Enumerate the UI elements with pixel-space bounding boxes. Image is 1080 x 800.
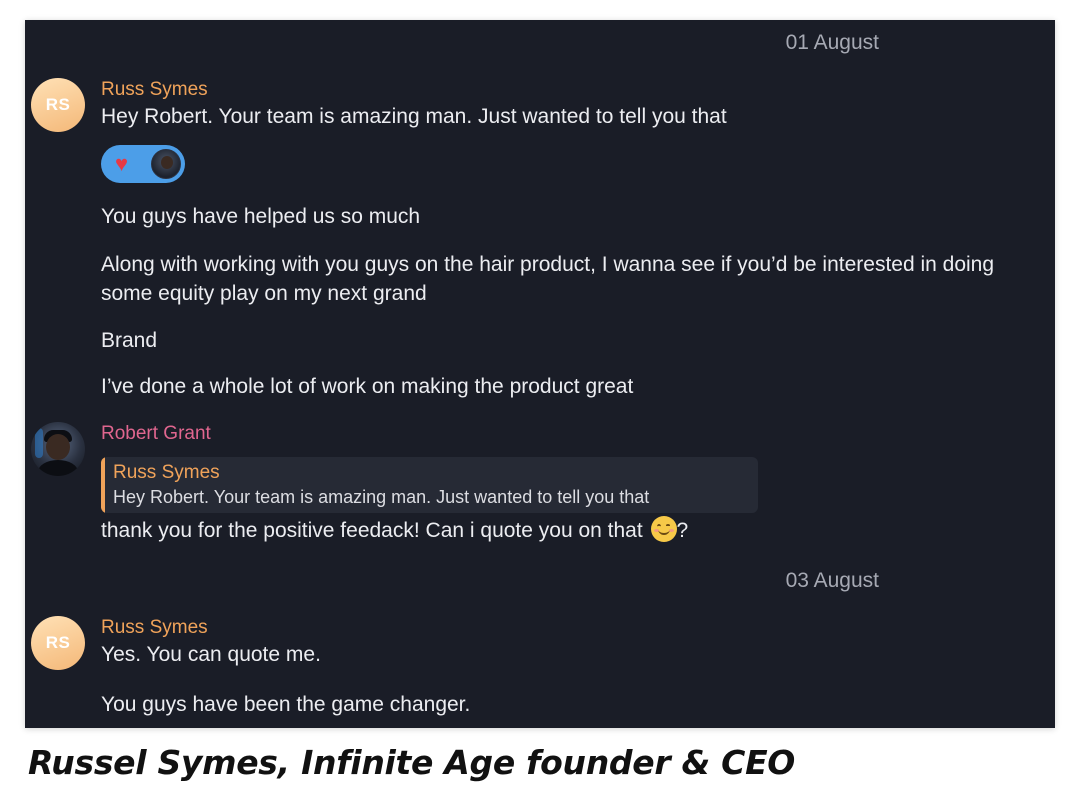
heart-icon: ♥ [115, 151, 129, 176]
reactor-avatar [151, 149, 181, 179]
avatar-robert-grant[interactable] [31, 422, 85, 476]
avatar-russ-symes[interactable]: RS [31, 616, 85, 670]
avatar-russ-symes[interactable]: RS [31, 78, 85, 132]
chat-panel: 01 August RS Russ Symes Hey Robert. Your… [25, 20, 1055, 728]
message-text[interactable]: Along with working with you guys on the … [101, 250, 1046, 308]
message-text-part: ? [676, 519, 689, 542]
quote-bar [101, 457, 105, 513]
message-text[interactable]: Hey Robert. Your team is amazing man. Ju… [101, 102, 1046, 131]
reply-quote[interactable]: Russ Symes Hey Robert. Your team is amaz… [101, 457, 758, 513]
quote-text: Hey Robert. Your team is amazing man. Ju… [113, 487, 650, 507]
message-text[interactable]: thank you for the positive feedack! Can … [101, 516, 1046, 545]
sender-name[interactable]: Robert Grant [101, 423, 211, 445]
message-text[interactable]: Brand [101, 326, 1046, 355]
reaction-pill[interactable]: ♥ [101, 145, 185, 183]
sender-name[interactable]: Russ Symes [101, 79, 208, 101]
message-text[interactable]: You guys have helped us so much [101, 202, 1046, 231]
date-divider: 01 August [785, 31, 879, 54]
screenshot-page: 01 August RS Russ Symes Hey Robert. Your… [0, 0, 1080, 800]
sender-name[interactable]: Russ Symes [101, 617, 208, 639]
message-text[interactable]: I’ve done a whole lot of work on making … [101, 372, 1046, 401]
smiling-face-icon [650, 516, 677, 542]
message-text[interactable]: Yes. You can quote me. [101, 640, 1046, 669]
image-caption: Russel Symes, Infinite Age founder & CEO [28, 743, 796, 782]
date-divider: 03 August [785, 569, 879, 592]
message-text-part: thank you for the positive feedack! Can … [101, 519, 649, 542]
message-text[interactable]: You guys have been the game changer. [101, 690, 1046, 719]
quote-sender: Russ Symes [113, 462, 220, 483]
